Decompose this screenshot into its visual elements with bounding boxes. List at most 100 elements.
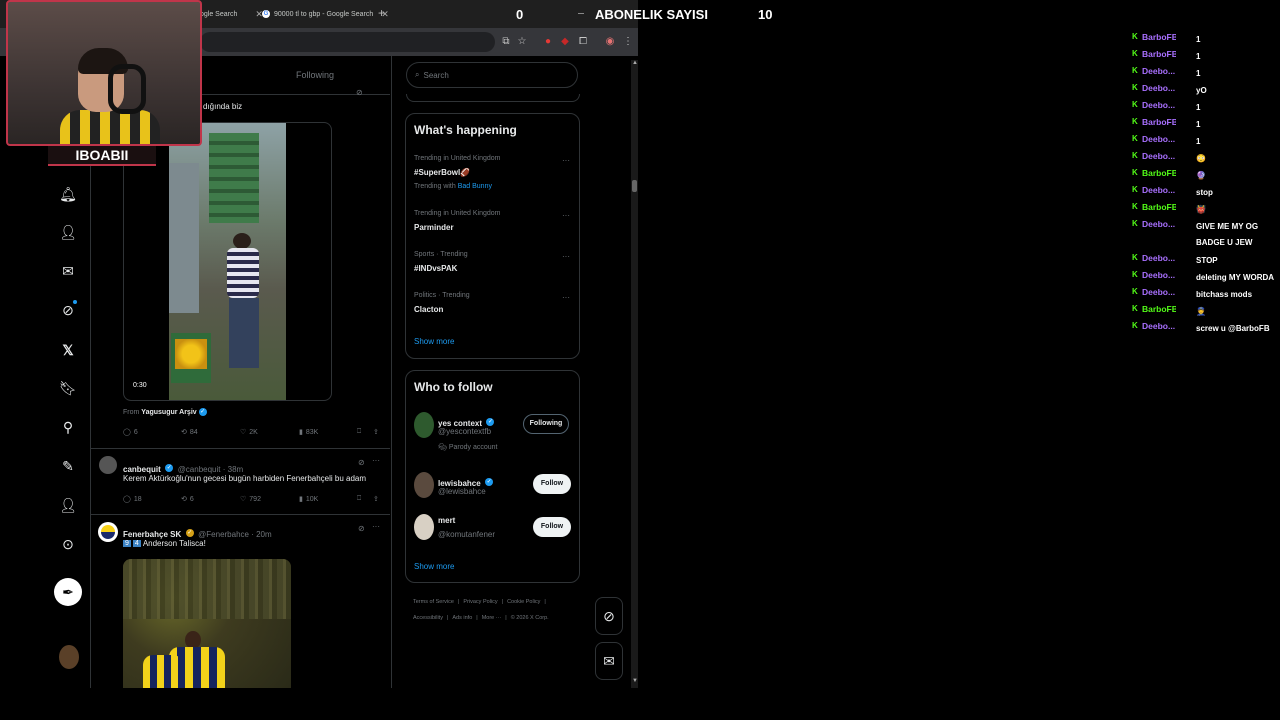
footer-link[interactable]: Cookie Policy (507, 599, 540, 605)
like-action[interactable]: ♡ 792 (240, 495, 261, 504)
profile-avatar-icon[interactable]: ◉ (603, 34, 617, 48)
views-action[interactable]: ▮ 10K (299, 495, 318, 504)
address-bar[interactable] (200, 32, 495, 52)
account-handle[interactable]: @komutanfener (438, 530, 495, 539)
author-handle[interactable]: @canbequit · 38m (178, 465, 244, 474)
bookmark-star-icon[interactable]: ☆ (515, 34, 529, 48)
avatar[interactable] (414, 412, 434, 438)
chat-username[interactable]: BarboFB (1142, 304, 1176, 314)
footer-link[interactable]: Accessibility (413, 615, 443, 621)
more-options-icon[interactable]: ··· (372, 522, 380, 531)
new-tab-button[interactable]: + (378, 6, 385, 20)
more-options-icon[interactable]: ··· (562, 252, 570, 261)
share-action[interactable]: ⇪ (373, 428, 379, 436)
notification-dot (73, 300, 77, 304)
more-circle-icon[interactable]: ⊙ (58, 534, 78, 554)
jobs-icon[interactable]: ⚲ (58, 417, 78, 437)
views-action[interactable]: ▮ 83K (299, 428, 318, 437)
scroll-down-icon[interactable]: ▼ (632, 678, 638, 684)
post-compose-button[interactable]: ✒ (54, 578, 82, 606)
trend-title[interactable]: Parminder (414, 223, 454, 232)
browser-tab-2[interactable]: G 90000 tl to gbp - Google Search ✕ (262, 4, 389, 24)
grok-icon[interactable]: ⊘ (356, 88, 363, 97)
premium-icon[interactable]: ✎ (58, 456, 78, 476)
repost-action[interactable]: ⟲ 6 (181, 495, 194, 504)
scrollbar[interactable] (631, 60, 638, 688)
share-action[interactable]: ⇪ (373, 495, 379, 503)
chat-username[interactable]: Deebo... (1142, 270, 1176, 280)
avatar[interactable] (99, 456, 117, 474)
more-options-icon[interactable]: ··· (562, 293, 570, 302)
open-in-app-icon[interactable]: ⧉ (499, 34, 513, 48)
repost-action[interactable]: ⟲ 84 (181, 428, 198, 437)
account-name[interactable]: mert (438, 516, 455, 525)
bookmark-action[interactable]: ⎕ (357, 428, 361, 436)
grok-icon[interactable]: ⊘ (358, 458, 365, 467)
trend-sub-link[interactable]: Bad Bunny (458, 183, 492, 190)
trend-title[interactable]: #SuperBowl🏈 (414, 168, 470, 177)
menu-kebab-icon[interactable]: ⋮ (621, 34, 635, 48)
scrollbar-thumb[interactable] (632, 180, 637, 192)
chat-username[interactable]: Deebo... (1142, 321, 1176, 331)
extension-icon[interactable]: ◆ (558, 34, 572, 48)
reply-action[interactable]: ◯ 18 (123, 495, 142, 504)
grok-float-button[interactable]: ⊘ (595, 597, 623, 635)
reply-action[interactable]: ◯ 6 (123, 428, 138, 437)
chat-username[interactable]: Deebo... (1142, 185, 1176, 195)
avatar[interactable] (414, 472, 434, 498)
avatar[interactable] (59, 645, 79, 669)
scroll-up-icon[interactable]: ▲ (632, 60, 638, 66)
extensions-puzzle-icon[interactable]: ⧠ (576, 34, 590, 48)
more-options-icon[interactable]: ··· (372, 456, 380, 465)
avatar[interactable] (98, 522, 118, 542)
more-options-icon[interactable]: ··· (562, 211, 570, 220)
chat-username[interactable]: Deebo... (1142, 134, 1176, 144)
source-name[interactable]: Yagusugur Arşiv (141, 409, 196, 416)
avatar[interactable] (414, 514, 434, 540)
chat-username[interactable]: Deebo... (1142, 100, 1176, 110)
profile-icon[interactable]: 👤︎ (58, 495, 78, 515)
like-action[interactable]: ♡ 2K (240, 428, 258, 437)
follow-button[interactable]: Follow (533, 474, 571, 494)
chat-username[interactable]: BarboFB (1142, 32, 1176, 42)
footer-link[interactable]: Terms of Service (413, 599, 454, 605)
tab-following[interactable]: Following (296, 70, 334, 80)
author-name[interactable]: Fenerbahçe SK (123, 530, 181, 539)
post-image[interactable] (123, 559, 291, 688)
chat-username[interactable]: BarboFB (1142, 202, 1176, 212)
trend-title[interactable]: Clacton (414, 305, 443, 314)
following-button[interactable]: Following (523, 414, 569, 434)
follow-person-icon[interactable]: 👤︎ (58, 222, 78, 242)
chat-username[interactable]: BarboFB (1142, 168, 1176, 178)
search-input[interactable]: ⌕ Search (406, 62, 578, 88)
author-name[interactable]: canbequit (123, 465, 161, 474)
extension-shield-icon[interactable]: ● (541, 34, 555, 48)
chat-username[interactable]: BarboFB (1142, 49, 1176, 59)
follow-button[interactable]: Follow (533, 517, 571, 537)
chat-username[interactable]: Deebo... (1142, 83, 1176, 93)
trend-title[interactable]: #INDvsPAK (414, 264, 457, 273)
show-more-link[interactable]: Show more (414, 337, 454, 346)
footer-link[interactable]: More ··· (482, 615, 502, 621)
grok-icon[interactable]: ⊘ (358, 524, 365, 533)
chat-username[interactable]: Deebo... (1142, 66, 1176, 76)
more-options-icon[interactable]: ··· (562, 156, 570, 165)
bookmarks-icon[interactable]: 🔖︎ (58, 378, 78, 398)
account-handle[interactable]: @yescontextfb (438, 427, 491, 436)
footer-link[interactable]: Ads info (452, 615, 472, 621)
chat-username[interactable]: Deebo... (1142, 287, 1176, 297)
browser-tab-1[interactable]: ogle Search ✕ (200, 4, 263, 24)
chat-username[interactable]: BarboFB (1142, 117, 1176, 127)
messages-float-button[interactable]: ✉ (595, 642, 623, 680)
chat-username[interactable]: Deebo... (1142, 253, 1176, 263)
bookmark-action[interactable]: ⎕ (357, 495, 361, 503)
messages-envelope-icon[interactable]: ✉ (58, 261, 78, 281)
notifications-bell-icon[interactable]: 🔔︎ (58, 184, 78, 204)
x-logo-icon[interactable]: 𝕏 (58, 340, 78, 360)
show-more-link[interactable]: Show more (414, 562, 454, 571)
chat-username[interactable]: Deebo... (1142, 151, 1176, 161)
footer-link[interactable]: Privacy Policy (463, 599, 497, 605)
account-handle[interactable]: @lewisbahce (438, 487, 486, 496)
chat-username[interactable]: Deebo... (1142, 219, 1176, 229)
author-handle[interactable]: @Fenerbahce · 20m (198, 530, 272, 539)
